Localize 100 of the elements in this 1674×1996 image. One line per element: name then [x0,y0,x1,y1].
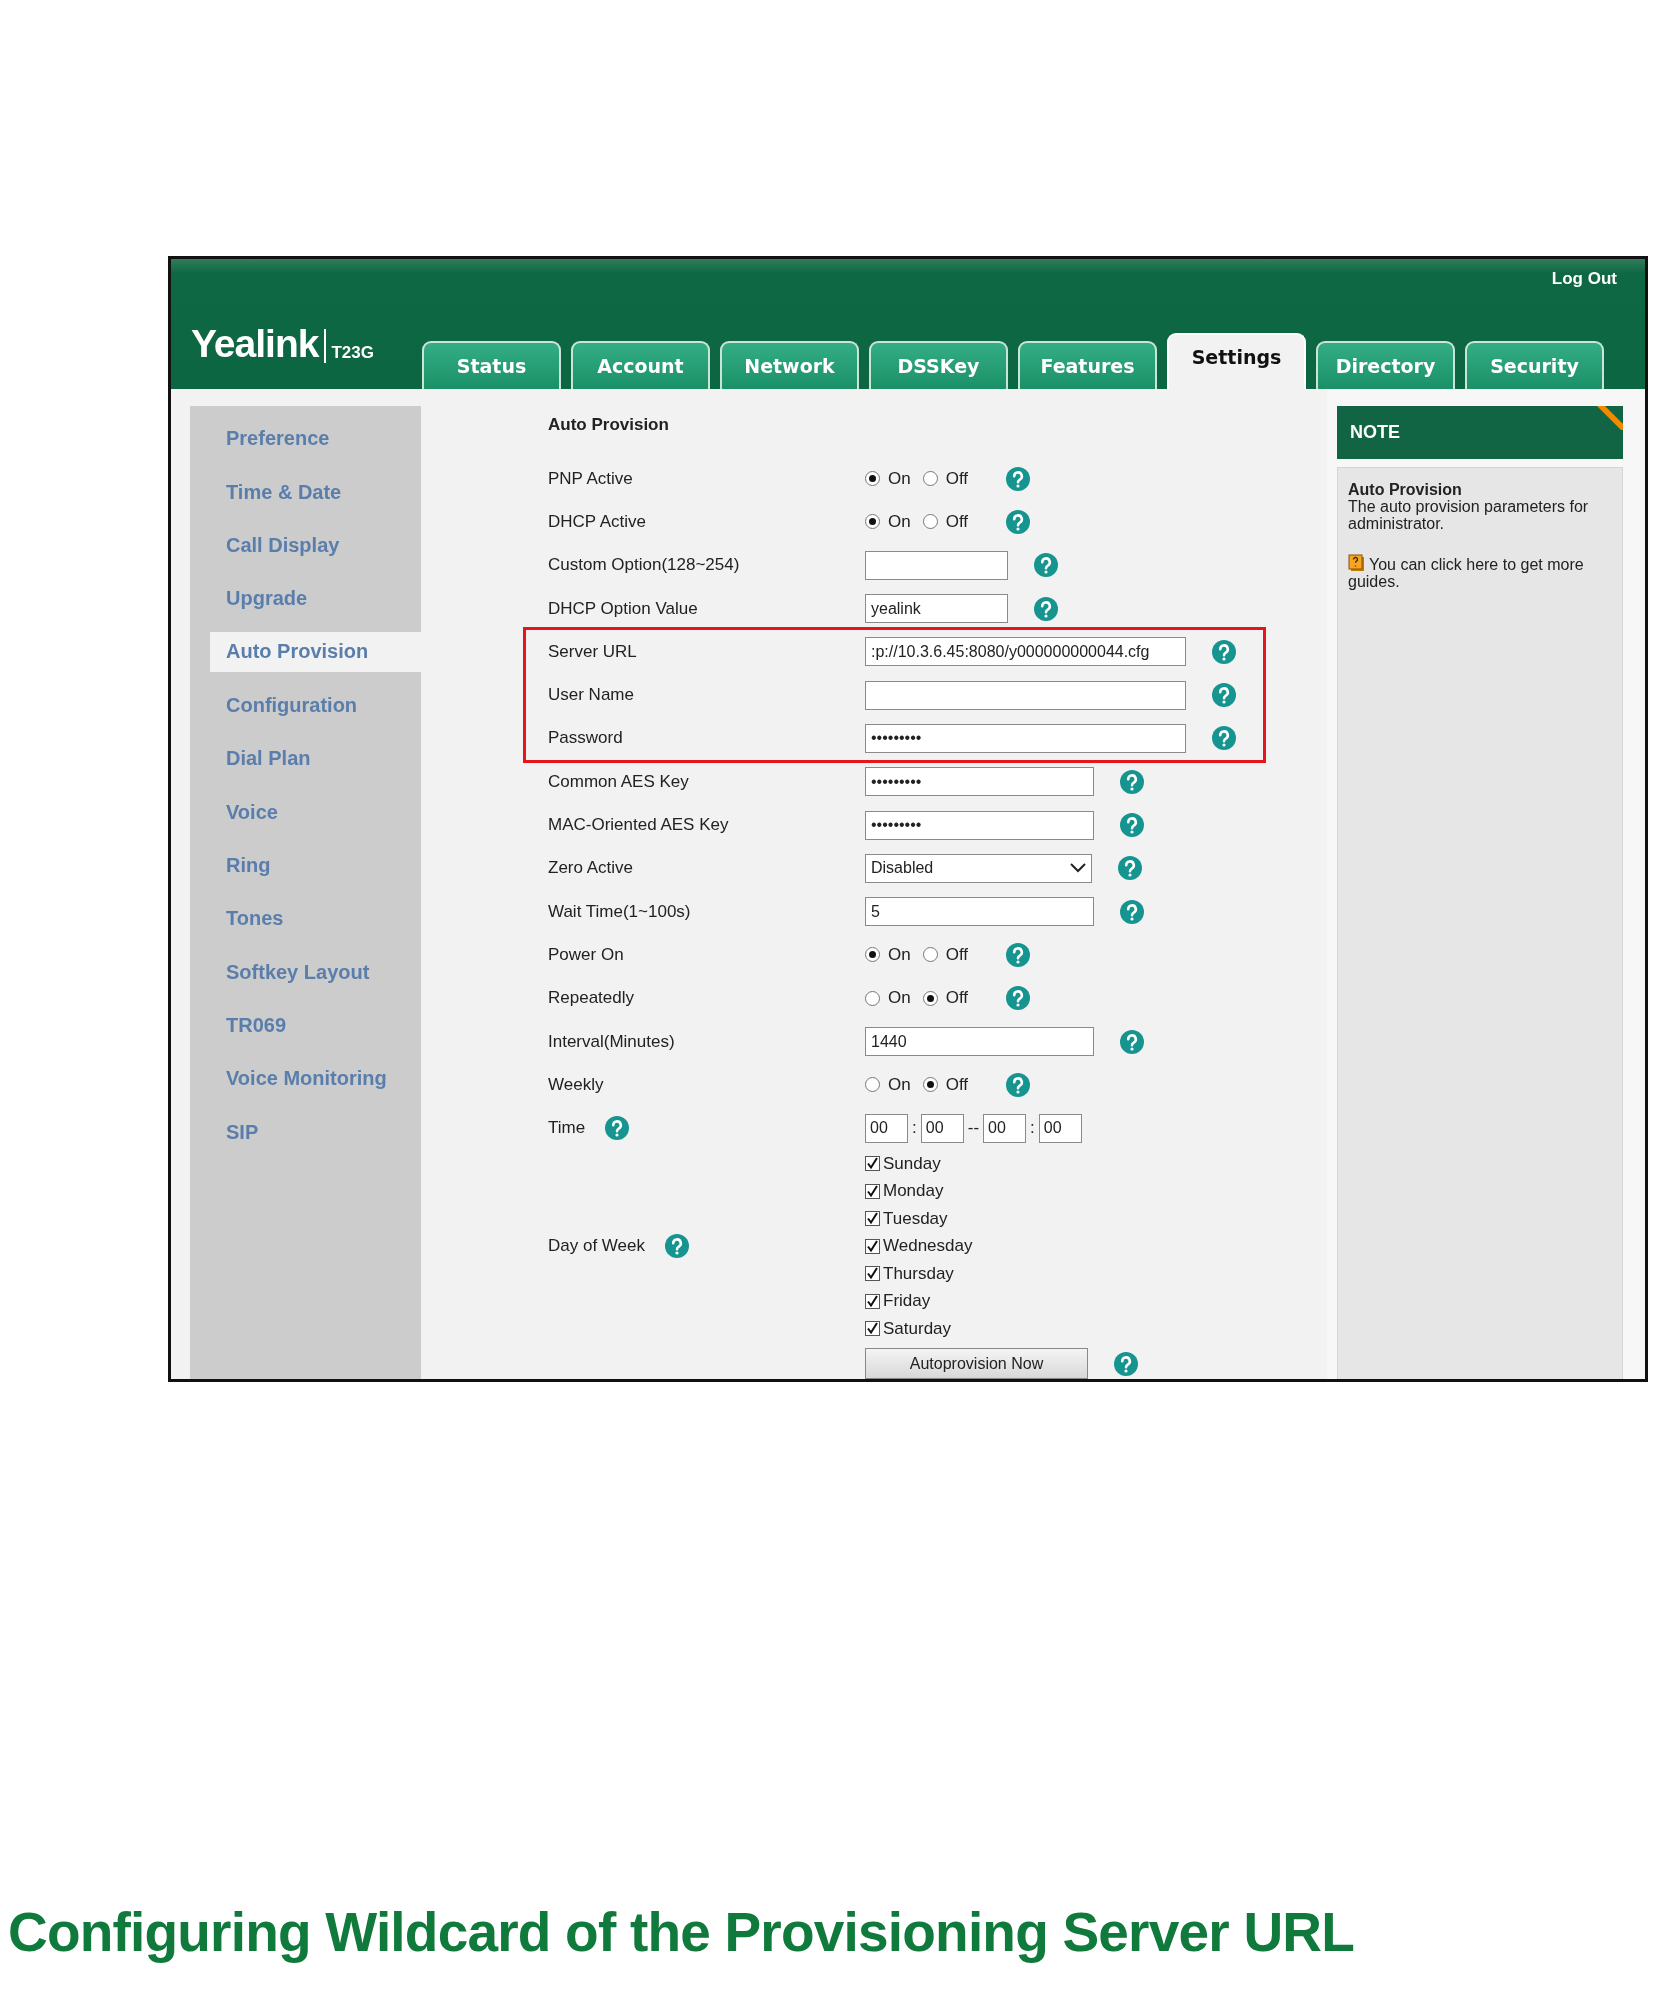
help-icon[interactable] [1118,856,1142,881]
help-icon[interactable] [1006,942,1031,967]
help-icon[interactable] [1034,596,1058,621]
sidebar-item[interactable]: Upgrade [210,572,421,626]
checkbox[interactable] [865,1266,880,1281]
help-icon[interactable] [1034,553,1058,578]
sidebar-item[interactable]: Call Display [210,518,421,573]
field-label: Password [548,728,623,749]
field-label: MAC-Oriented AES Key [548,815,729,835]
help-icon[interactable] [1120,1029,1144,1054]
help-icon[interactable] [1006,1072,1031,1097]
help-book-icon[interactable] [1348,554,1365,573]
help-icon[interactable] [1120,769,1144,794]
sidebar-item[interactable]: Time & Date [210,465,421,519]
radio-label: On [888,944,911,965]
checkbox-label: Friday [883,1291,931,1311]
note-text: The auto provision parameters for administrator. [1348,497,1589,532]
sidebar-item[interactable]: Ring [210,838,421,893]
note-title: NOTE [1350,422,1400,443]
input-field[interactable]: 00 [865,1113,908,1143]
radio-label: Off [945,511,969,532]
help-icon[interactable] [1006,509,1031,534]
checkbox[interactable] [865,1156,880,1171]
help-icon[interactable] [665,1234,689,1258]
radio-label: On [888,1074,911,1095]
radio-label: Off [945,468,969,489]
sidebar-item[interactable]: SIP [210,1105,421,1160]
nav-tab[interactable]: Network [720,341,859,389]
input-field[interactable]: ••••••••• [865,767,1094,797]
help-icon[interactable] [1212,683,1236,708]
checkbox[interactable] [865,1211,880,1226]
input-field[interactable]: :p://10.3.6.45:8080/y000000000044.cfg [865,637,1186,667]
input-field[interactable]: 00 [920,1113,964,1143]
checkbox[interactable] [865,1183,880,1199]
radio-button[interactable] [865,990,880,1006]
nav-tab[interactable]: Account [571,341,710,389]
input-field[interactable]: 00 [983,1113,1027,1143]
radio-button[interactable] [922,990,938,1006]
input-field[interactable] [865,550,1008,580]
logo: Yealink [191,324,319,363]
radio-button[interactable] [865,514,880,530]
radio-button[interactable] [865,947,880,963]
checkbox-label: Tuesday [883,1208,948,1229]
input-field[interactable]: 1440 [865,1027,1094,1056]
sidebar-item[interactable]: Configuration [210,678,421,732]
nav-tab[interactable]: Security [1465,341,1604,389]
input-field[interactable]: ••••••••• [865,810,1094,840]
field-label: Zero Active [548,858,634,879]
help-icon[interactable] [1120,899,1144,924]
help-icon[interactable] [1212,639,1236,664]
input-field[interactable]: ••••••••• [865,723,1186,753]
help-icon[interactable] [1114,1351,1138,1376]
radio-button[interactable] [865,1077,880,1093]
checkbox-label: Wednesday [883,1236,973,1256]
checkbox-label: Thursday [883,1263,954,1284]
help-icon[interactable] [1212,726,1236,751]
input-field[interactable]: yealink [865,594,1008,624]
nav-tab[interactable]: Features [1018,341,1157,389]
sidebar-item[interactable]: Softkey Layout [210,945,421,999]
checkbox[interactable] [865,1238,880,1254]
time-separator: : [912,1118,917,1139]
help-icon[interactable] [1120,813,1144,837]
sidebar-item[interactable]: Tones [210,892,421,946]
sidebar-item[interactable]: Dial Plan [210,731,421,786]
field-label: DHCP Option Value [548,598,698,619]
radio-label: Off [945,944,969,965]
nav-tab[interactable]: Settings [1167,333,1306,389]
help-icon[interactable] [605,1116,630,1141]
sidebar-item[interactable]: TR069 [210,998,421,1053]
radio-button[interactable] [922,471,938,487]
radio-label: On [888,988,911,1009]
help-icon[interactable] [1006,466,1031,491]
checkbox-label: Saturday [883,1318,952,1339]
nav-tab[interactable]: Status [422,341,561,389]
nav-tab[interactable]: DSSKey [869,341,1008,389]
autoprovision-button[interactable]: Autoprovision Now [865,1348,1088,1379]
log-out-link[interactable]: Log Out [1551,269,1617,293]
field-label: Weekly [548,1074,604,1095]
radio-button[interactable] [922,514,938,530]
dropdown[interactable]: Disabled [865,853,1092,883]
input-field[interactable]: 5 [865,897,1094,927]
checkbox[interactable] [865,1293,880,1309]
sidebar-item[interactable]: Voice [210,785,421,839]
input-field[interactable]: 00 [1038,1113,1082,1143]
field-label: DHCP Active [548,511,646,532]
radio-button[interactable] [922,947,938,963]
sidebar-item[interactable]: Voice Monitoring [210,1052,421,1106]
checkbox-label: Sunday [883,1153,941,1174]
radio-label: Off [945,1074,969,1095]
help-icon[interactable] [1006,986,1031,1011]
radio-button[interactable] [922,1077,938,1093]
field-label: PNP Active [548,468,633,489]
sidebar-item[interactable]: Preference [210,412,421,466]
radio-label: On [888,511,911,532]
checkbox[interactable] [865,1321,880,1336]
guide-link[interactable]: You can click here to get more guides. [1348,554,1612,591]
field-label: Power On [548,944,624,965]
radio-button[interactable] [865,471,880,487]
nav-tab[interactable]: Directory [1316,341,1455,389]
input-field[interactable] [865,680,1186,710]
